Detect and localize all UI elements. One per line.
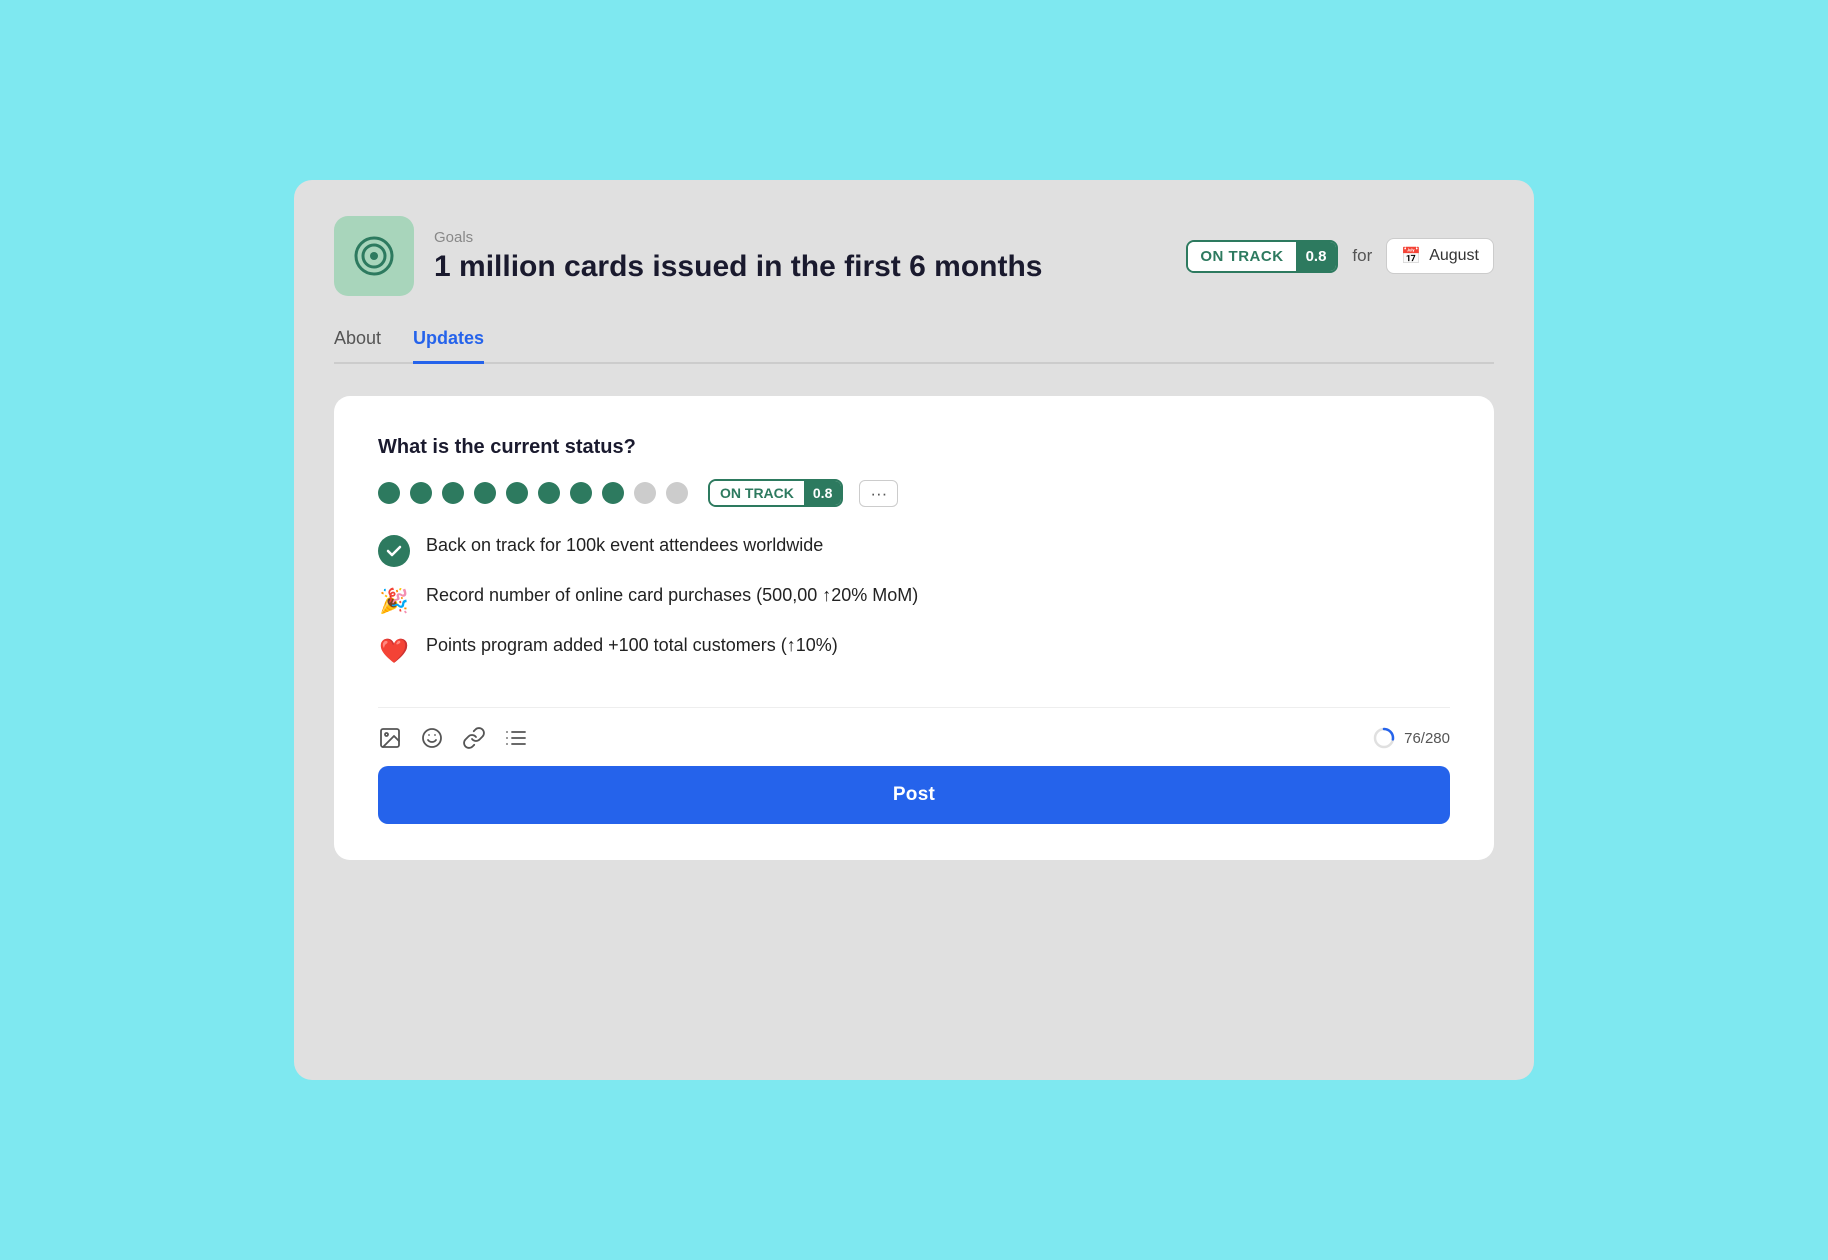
status-badge-score: 0.8 [1296, 242, 1337, 271]
for-label: for [1352, 246, 1372, 266]
update-item-1-text: Back on track for 100k event attendees w… [426, 535, 823, 556]
status-badge: ON TRACK 0.8 [1186, 240, 1338, 273]
check-circle-icon [378, 535, 410, 567]
dot-10 [666, 482, 688, 504]
update-item-3: ❤️ Points program added +100 total custo… [378, 635, 1450, 667]
tabs: About Updates [334, 328, 1494, 364]
tab-about[interactable]: About [334, 328, 381, 364]
dot-7 [570, 482, 592, 504]
dot-8 [602, 482, 624, 504]
tab-updates[interactable]: Updates [413, 328, 484, 364]
progress-ring [1372, 726, 1396, 750]
list-icon[interactable] [504, 726, 528, 750]
dot-9 [634, 482, 656, 504]
char-count: 76/280 [1404, 730, 1450, 747]
toolbar: 76/280 [378, 707, 1450, 750]
link-icon[interactable] [462, 726, 486, 750]
update-item-1: Back on track for 100k event attendees w… [378, 535, 1450, 567]
dot-6 [538, 482, 560, 504]
more-button[interactable]: ··· [859, 480, 898, 507]
dots-row: ON TRACK 0.8 ··· [378, 479, 1450, 507]
update-item-3-text: Points program added +100 total customer… [426, 635, 838, 656]
char-count-wrapper: 76/280 [1372, 726, 1450, 750]
dot-5 [506, 482, 528, 504]
calendar-icon: 📅 [1401, 246, 1421, 266]
goal-icon [334, 216, 414, 296]
goal-title: 1 million cards issued in the first 6 mo… [434, 250, 1166, 284]
dot-1 [378, 482, 400, 504]
update-item-2-text: Record number of online card purchases (… [426, 585, 918, 606]
inner-card: What is the current status? ON TRACK 0.8… [334, 396, 1494, 860]
heart-icon: ❤️ [378, 635, 410, 667]
update-items: Back on track for 100k event attendees w… [378, 535, 1450, 667]
header: Goals 1 million cards issued in the firs… [334, 216, 1494, 296]
dot-2 [410, 482, 432, 504]
main-card: Goals 1 million cards issued in the firs… [294, 180, 1534, 1080]
image-icon[interactable] [378, 726, 402, 750]
dot-4 [474, 482, 496, 504]
header-text: Goals 1 million cards issued in the firs… [434, 229, 1166, 284]
inline-badge-text: ON TRACK [710, 481, 804, 505]
party-icon: 🎉 [378, 585, 410, 617]
goals-label: Goals [434, 229, 1166, 246]
status-badge-text: ON TRACK [1188, 242, 1295, 271]
dot-3 [442, 482, 464, 504]
status-question: What is the current status? [378, 436, 1450, 459]
update-item-2: 🎉 Record number of online card purchases… [378, 585, 1450, 617]
post-button[interactable]: Post [378, 766, 1450, 824]
month-badge[interactable]: 📅 August [1386, 238, 1494, 274]
header-right: ON TRACK 0.8 for 📅 August [1186, 238, 1494, 274]
month-label: August [1429, 247, 1479, 265]
emoji-icon[interactable] [420, 726, 444, 750]
inline-badge-score: 0.8 [804, 481, 841, 505]
inline-status-badge: ON TRACK 0.8 [708, 479, 843, 507]
